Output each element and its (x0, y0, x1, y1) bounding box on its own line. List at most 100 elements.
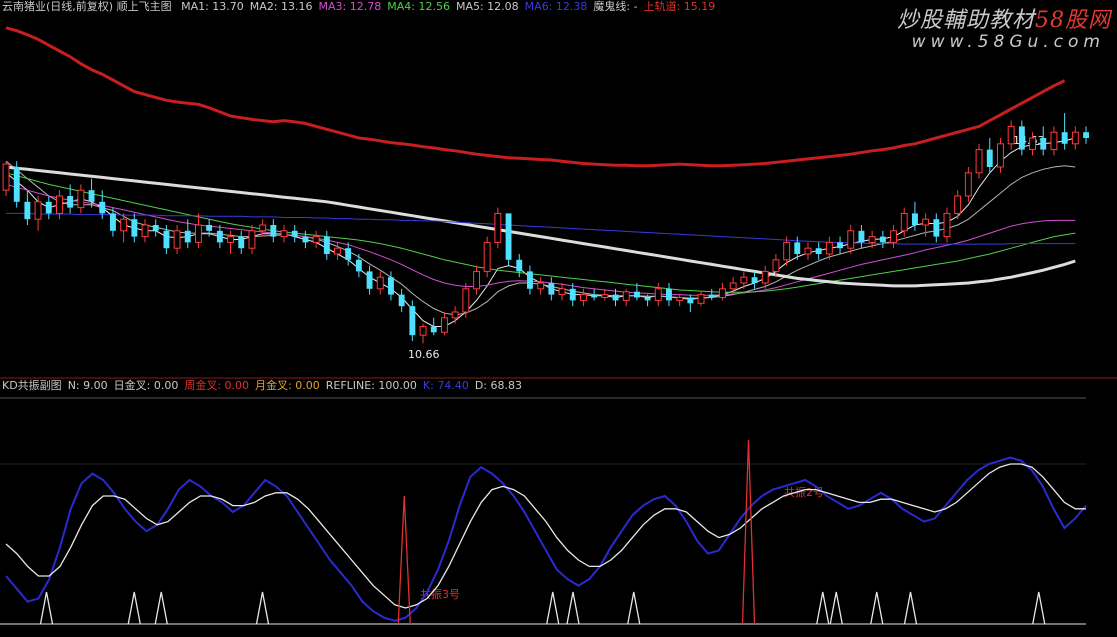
candle-body (24, 201, 31, 220)
candle-body (527, 271, 533, 289)
high-price-label: 14.63 (1013, 134, 1045, 147)
candle-body (1083, 132, 1089, 138)
candle-body (740, 276, 748, 284)
candle-body (986, 149, 993, 167)
stock-chart-canvas[interactable]: 10.66 14.63 共振3号 共振2号 (0, 0, 1117, 637)
candle-body (708, 294, 715, 298)
candle-body (837, 242, 843, 249)
candle-body (975, 149, 983, 174)
candle-body (56, 195, 63, 214)
candle-body (312, 236, 320, 243)
candle-body (676, 297, 684, 301)
candle-body (494, 212, 502, 243)
candle-body (943, 212, 951, 238)
candle-body (761, 270, 769, 284)
candle-body (99, 201, 106, 214)
resonance-signal-spike (397, 495, 411, 625)
candle-body (558, 288, 566, 296)
candle-body (88, 190, 95, 202)
candle-body (654, 288, 662, 301)
candle-body (1007, 125, 1015, 145)
candle-body (184, 230, 191, 243)
candle-body (783, 241, 791, 261)
candle-body (270, 225, 277, 237)
candle-body (1040, 138, 1047, 150)
kd-indicator-panel (0, 439, 1087, 625)
main-price-panel (2, 26, 1089, 344)
candle-body (1071, 131, 1079, 145)
candle-body (227, 236, 235, 243)
candle-body (398, 294, 405, 307)
candle-body (1050, 131, 1058, 151)
gold-cross-spike (1032, 591, 1046, 625)
candle-body (216, 230, 223, 243)
candle-body (152, 225, 159, 231)
gold-cross-spike (39, 591, 54, 625)
candle-body (334, 247, 341, 255)
candle-body (45, 201, 52, 214)
gold-cross-spike (903, 591, 918, 625)
candle-body (280, 230, 288, 238)
candle-body (666, 288, 672, 301)
gold-cross-spike (566, 591, 580, 625)
candle-body (13, 167, 20, 202)
candle-body (505, 213, 512, 260)
candle-body (591, 294, 598, 298)
gold-cross-spike (154, 591, 168, 625)
candle-body (163, 230, 170, 249)
candle-body (719, 288, 726, 298)
candle-body (569, 288, 576, 301)
candle-body (537, 282, 545, 290)
low-price-label: 10.66 (408, 348, 440, 361)
candle-body (355, 259, 362, 272)
candle-body (687, 297, 694, 304)
kd-line-k (5, 456, 1087, 622)
candle-body (890, 230, 897, 243)
candle-body (259, 224, 267, 232)
candle-body (173, 230, 181, 249)
gold-cross-spike (829, 591, 843, 625)
candle-body (622, 291, 630, 301)
candle-body (195, 224, 202, 243)
candle-body (858, 230, 865, 243)
candle-body (644, 297, 651, 301)
candle-body (110, 213, 116, 231)
candle-body (131, 219, 138, 237)
gold-cross-spike (816, 591, 830, 625)
candle-body (388, 277, 394, 295)
candle-body (409, 306, 416, 336)
candle-body (376, 276, 384, 290)
candle-body (323, 236, 330, 254)
candle-body (430, 326, 437, 333)
candle-body (879, 236, 886, 243)
resonance-signal-spike (741, 439, 756, 625)
candle-body (483, 241, 491, 272)
candle-body (997, 143, 1004, 168)
candle-body (1029, 137, 1036, 151)
candle-body (120, 218, 128, 232)
candle-body (601, 294, 609, 299)
candle-body (548, 283, 555, 295)
candle-body (516, 259, 523, 272)
candle-body (964, 172, 972, 197)
candle-body (900, 212, 908, 232)
candle-body (912, 213, 918, 225)
candle-body (825, 241, 833, 255)
candle-body (954, 195, 962, 214)
candle-body (419, 326, 427, 336)
candle-body (441, 317, 448, 333)
candle-body (34, 201, 42, 220)
candle-body (67, 196, 74, 208)
candle-body (1018, 126, 1025, 150)
gold-cross-spike (546, 591, 560, 625)
candle-body (815, 248, 822, 254)
gold-cross-spike (870, 591, 884, 625)
candle-body (794, 242, 801, 254)
gold-cross-spike (127, 591, 141, 625)
candle-body (868, 236, 876, 243)
candle-body (922, 218, 930, 226)
candle-body (772, 259, 780, 272)
candle-body (751, 277, 758, 283)
candle-body (366, 271, 373, 289)
gold-cross-spike (255, 591, 270, 625)
